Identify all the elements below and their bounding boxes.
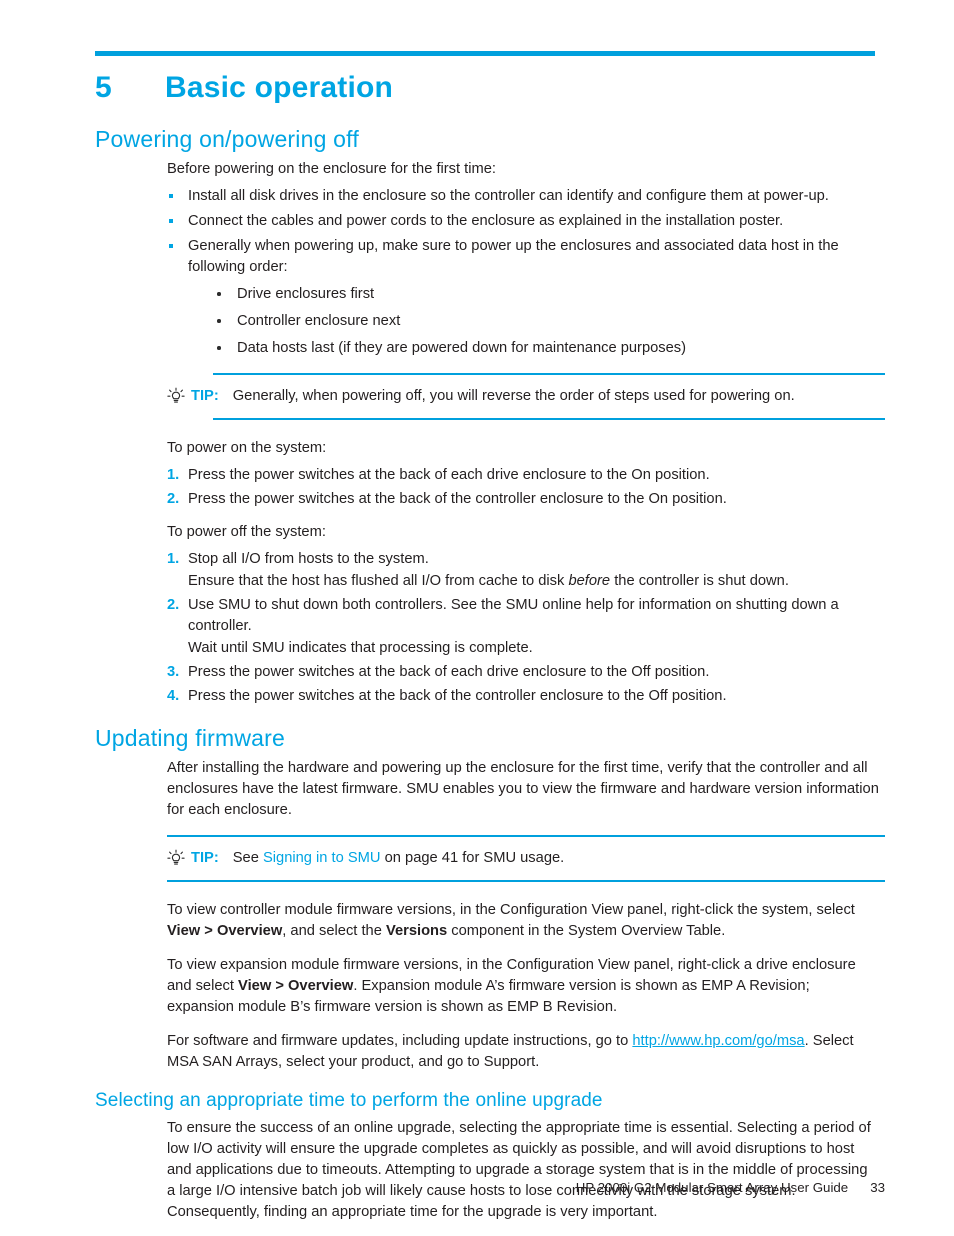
list-item: Data hosts last (if they are powered dow… (215, 338, 885, 359)
list-item: 1. Press the power switches at the back … (167, 465, 885, 486)
tip-row: TIP: See Signing in to SMU on page 41 fo… (167, 837, 885, 880)
menu-path-bold: View > Overview (167, 923, 283, 939)
para-upgrade-time: To ensure the success of an online upgra… (167, 1120, 871, 1220)
para-controller-versions: To view controller module firmware versi… (167, 900, 879, 942)
lightbulb-icon (167, 849, 185, 869)
para-seg: For software and firmware updates, inclu… (167, 1033, 633, 1049)
step-text: Use SMU to shut down both controllers. S… (188, 597, 839, 634)
footer-title: HP 2000i G2 Modular Smart Array User Gui… (575, 1180, 849, 1195)
step-text: Press the power switches at the back of … (188, 688, 727, 704)
upgrade-time-body: To ensure the success of an online upgra… (167, 1118, 885, 1223)
step-subtext-emphasis: before (568, 573, 611, 589)
step-subtext-post: the controller is shut down. (610, 573, 789, 589)
para-seg: component in the System Overview Table. (447, 923, 726, 939)
step-subtext-pre: Ensure that the host has flushed all I/O… (188, 573, 569, 589)
power-off-intro: To power off the system: (167, 524, 326, 540)
tip-text-prefix: See (232, 850, 263, 866)
step-text: Stop all I/O from hosts to the system. (188, 551, 429, 567)
menu-path-bold: View > Overview (238, 978, 354, 994)
firmware-intro: After installing the hardware and poweri… (167, 760, 879, 818)
list-item: 3. Press the power switches at the back … (167, 662, 885, 683)
list-item: Connect the cables and power cords to th… (167, 211, 885, 232)
list-item: 2. Use SMU to shut down both controllers… (167, 595, 885, 659)
heading-selecting-time: Selecting an appropriate time to perform… (95, 1090, 603, 1111)
hp-msa-url-link[interactable]: http://www.hp.com/go/msa (632, 1033, 804, 1049)
list-item-label: Connect the cables and power cords to th… (188, 213, 784, 229)
power-off-steps: 1. Stop all I/O from hosts to the system… (167, 549, 885, 707)
page-number: 33 (870, 1180, 885, 1195)
tip-label: TIP: (191, 388, 219, 404)
para-seg: To view controller module firmware versi… (167, 902, 855, 918)
firmware-body-2: To view controller module firmware versi… (167, 900, 885, 1073)
list-item: Drive enclosures first (215, 284, 885, 305)
tip-text: See Signing in to SMU on page 41 for SMU… (233, 848, 565, 868)
list-item: 2. Press the power switches at the back … (167, 489, 885, 510)
powering-sub-bullet-list: Drive enclosures first Controller enclos… (188, 284, 885, 359)
list-item-label: Controller enclosure next (237, 313, 401, 329)
tip-text: Generally, when powering off, you will r… (232, 388, 795, 404)
para-seg: , and select the (282, 923, 386, 939)
step-subtext: Wait until SMU indicates that processing… (188, 640, 533, 656)
step-number: 2. (167, 597, 180, 613)
chapter-number: 5 (95, 71, 112, 104)
bullet-icon (217, 292, 221, 296)
tip-text-suffix: on page 41 for SMU usage. (380, 850, 565, 866)
step-subtext: Ensure that the host has flushed all I/O… (188, 571, 885, 592)
tip-label: TIP: (191, 850, 219, 866)
para-expansion-versions: To view expansion module firmware versio… (167, 955, 879, 1018)
step-text: Press the power switches at the back of … (188, 664, 710, 680)
header-rule (95, 51, 875, 56)
list-item-label: Drive enclosures first (237, 286, 375, 302)
bullet-icon (169, 219, 173, 223)
bullet-icon (217, 346, 221, 350)
component-bold: Versions (385, 923, 448, 939)
para-software-updates: For software and firmware updates, inclu… (167, 1031, 879, 1073)
bullet-icon (217, 319, 221, 323)
step-text: Press the power switches at the back of … (188, 467, 710, 483)
list-item: 4. Press the power switches at the back … (167, 686, 885, 707)
tip-box-firmware: TIP: See Signing in to SMU on page 41 fo… (167, 835, 885, 882)
tip-rule-bottom (213, 418, 885, 420)
bullet-icon (169, 194, 173, 198)
bullet-icon (169, 244, 173, 248)
step-number: 1. (167, 551, 180, 567)
list-item: Install all disk drives in the enclosure… (167, 186, 885, 207)
list-item: 1. Stop all I/O from hosts to the system… (167, 549, 885, 592)
heading-powering-on-off: Powering on/powering off (95, 126, 359, 152)
list-item-label: Install all disk drives in the enclosure… (188, 188, 829, 204)
step-number: 1. (167, 467, 180, 483)
list-item: Controller enclosure next (215, 311, 885, 332)
document-page: 5 Basic operation Powering on/powering o… (0, 0, 954, 1235)
chapter-name: Basic operation (165, 71, 394, 104)
power-on-intro: To power on the system: (167, 440, 327, 456)
powering-body: Before powering on the enclosure for the… (167, 159, 885, 707)
step-number: 4. (167, 688, 180, 704)
tip-row: TIP: Generally, when powering off, you w… (167, 375, 885, 418)
cross-reference-link[interactable]: Signing in to SMU (263, 850, 381, 866)
list-item-label: Data hosts last (if they are powered dow… (237, 340, 687, 356)
page-footer: HP 2000i G2 Modular Smart Array User Gui… (0, 1180, 885, 1195)
page-content: 5 Basic operation Powering on/powering o… (95, 60, 885, 1236)
power-on-steps: 1. Press the power switches at the back … (167, 465, 885, 510)
tip-box-powering: TIP: Generally, when powering off, you w… (167, 373, 885, 420)
list-item: Generally when powering up, make sure to… (167, 236, 885, 359)
chapter-title: 5 Basic operation (95, 68, 885, 108)
tip-rule-bottom (167, 880, 885, 882)
powering-bullet-list: Install all disk drives in the enclosure… (167, 186, 885, 359)
firmware-body: After installing the hardware and poweri… (167, 758, 885, 821)
step-text: Press the power switches at the back of … (188, 491, 727, 507)
lightbulb-icon (167, 387, 185, 407)
step-number: 3. (167, 664, 180, 680)
list-item-label: Generally when powering up, make sure to… (188, 238, 839, 275)
powering-intro: Before powering on the enclosure for the… (167, 161, 497, 177)
step-number: 2. (167, 491, 180, 507)
heading-updating-firmware: Updating firmware (95, 725, 286, 751)
